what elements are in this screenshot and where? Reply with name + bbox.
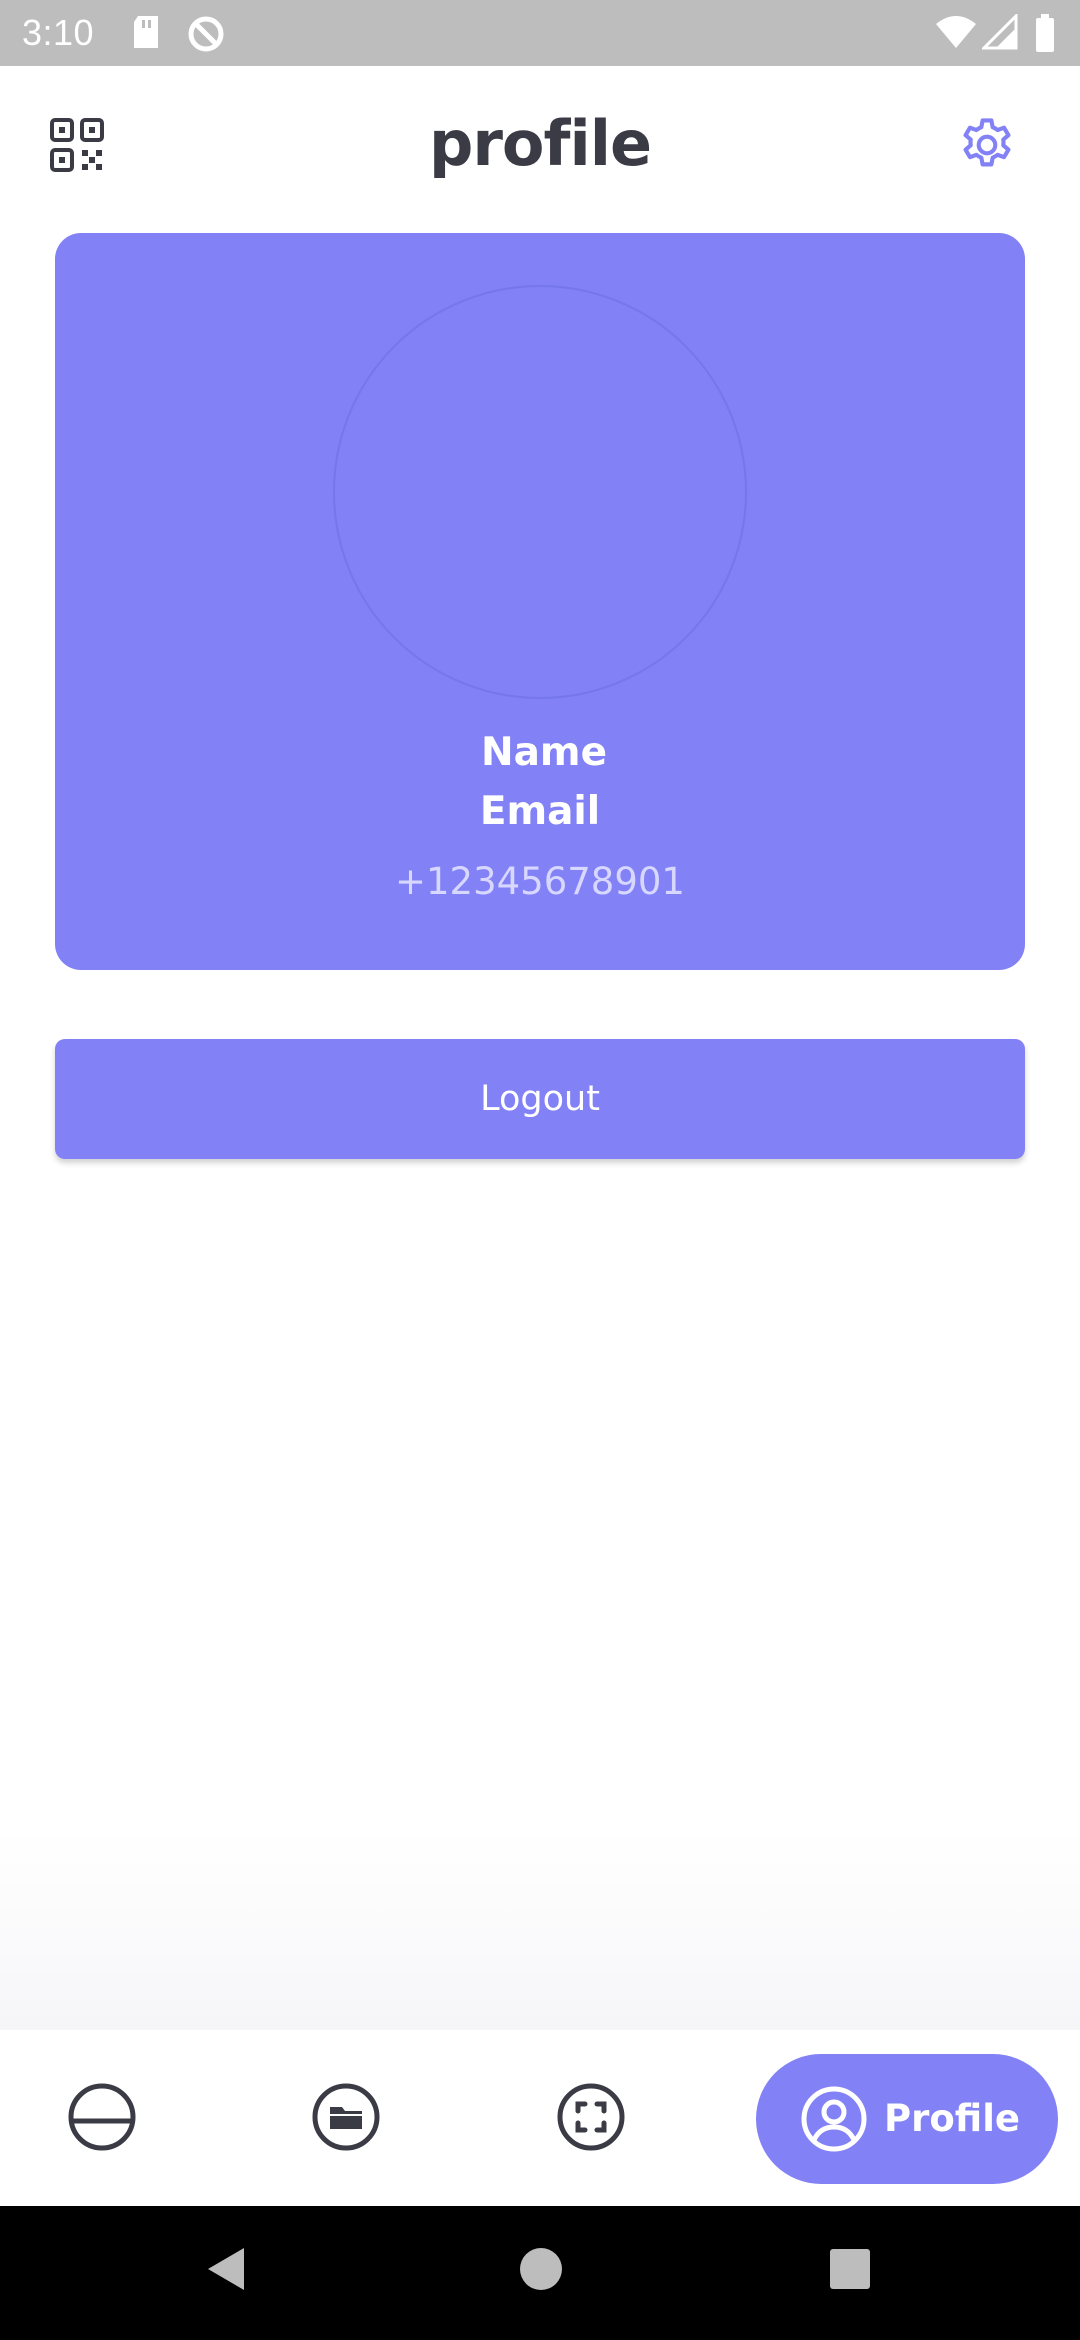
signal-icon (980, 12, 1018, 54)
nav-item-home[interactable] (66, 2081, 138, 2153)
avatar[interactable] (333, 285, 747, 699)
system-nav-bar (0, 2206, 1080, 2340)
sync-disabled-icon (186, 14, 226, 58)
nav-item-files[interactable] (310, 2081, 382, 2153)
wifi-icon (934, 14, 978, 54)
back-icon[interactable] (204, 2244, 248, 2298)
recents-icon[interactable] (828, 2244, 872, 2298)
nav-item-label: Profile (884, 2097, 1020, 2140)
nav-fade (0, 1830, 1080, 2030)
user-circle-icon (800, 2085, 868, 2157)
nav-item-scan[interactable] (555, 2081, 627, 2153)
profile-card: Name Email +12345678901 (55, 233, 1025, 970)
battery-icon (1034, 14, 1056, 56)
status-bar: 3:10 (0, 0, 1080, 66)
folder-icon (310, 2083, 382, 2157)
profile-email: Email (479, 789, 601, 834)
profile-name: Name (480, 730, 608, 775)
half-circle-icon (66, 2083, 138, 2157)
gear-icon[interactable] (956, 114, 1018, 180)
bottom-nav: Profile (0, 2032, 1080, 2206)
home-icon[interactable] (518, 2244, 564, 2298)
logout-button[interactable]: Logout (55, 1039, 1025, 1159)
page-title: profile (428, 107, 652, 180)
sd-card-icon (130, 14, 162, 54)
status-time: 3:10 (22, 12, 95, 53)
profile-phone: +12345678901 (395, 860, 685, 903)
nav-item-profile[interactable]: Profile (756, 2054, 1058, 2184)
scan-icon (555, 2083, 627, 2157)
